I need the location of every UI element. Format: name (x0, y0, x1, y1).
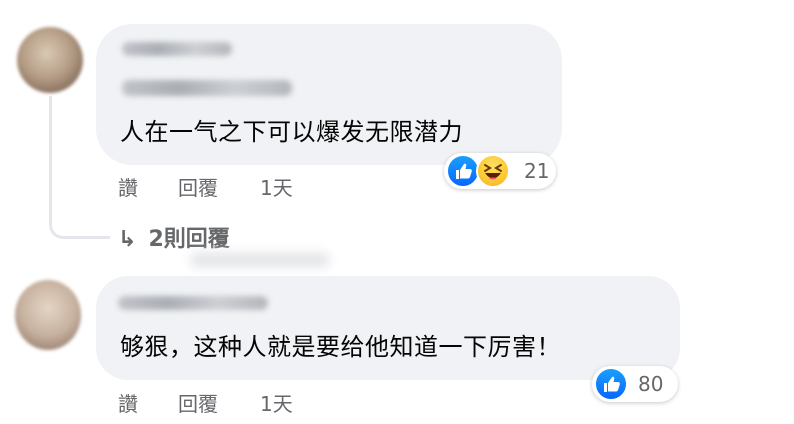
avatar[interactable] (17, 27, 83, 93)
comment-text: 够狠，这种人就是要给他知道一下厉害！ (120, 333, 561, 361)
comment-bubble: 够狠，这种人就是要给他知道一下厉害！ (96, 276, 680, 380)
author-name-blurred[interactable] (122, 42, 232, 56)
like-icon (446, 154, 480, 188)
blur-artifact (190, 252, 330, 268)
like-button[interactable]: 讚 (118, 172, 138, 201)
avatar[interactable] (15, 280, 81, 350)
reaction-count: 21 (524, 159, 550, 183)
reaction-summary[interactable]: 21 (444, 153, 556, 189)
reply-button[interactable]: 回覆 (178, 388, 218, 417)
reaction-summary[interactable]: 80 (592, 366, 678, 402)
comment-timestamp[interactable]: 1天 (260, 388, 293, 417)
reaction-count: 80 (638, 372, 664, 396)
comment-text: 人在一气之下可以爆发无限潜力 (120, 118, 463, 146)
replies-count-label: 2則回覆 (148, 227, 230, 252)
author-name-blurred[interactable] (118, 296, 268, 310)
author-subtitle-blurred (122, 80, 292, 96)
reply-arrow-icon: ↳ (118, 227, 137, 252)
like-icon (594, 367, 628, 401)
comment-timestamp[interactable]: 1天 (260, 172, 293, 201)
like-button[interactable]: 讚 (118, 388, 138, 417)
comment-actions: 讚 回覆 1天 (118, 172, 318, 200)
comment-actions: 讚 回覆 1天 (118, 388, 318, 416)
reply-button[interactable]: 回覆 (178, 172, 218, 201)
comment-bubble: 人在一气之下可以爆发无限潜力 (96, 24, 562, 165)
haha-icon (476, 154, 510, 188)
view-replies-link[interactable]: ↳ 2則回覆 (118, 221, 230, 253)
